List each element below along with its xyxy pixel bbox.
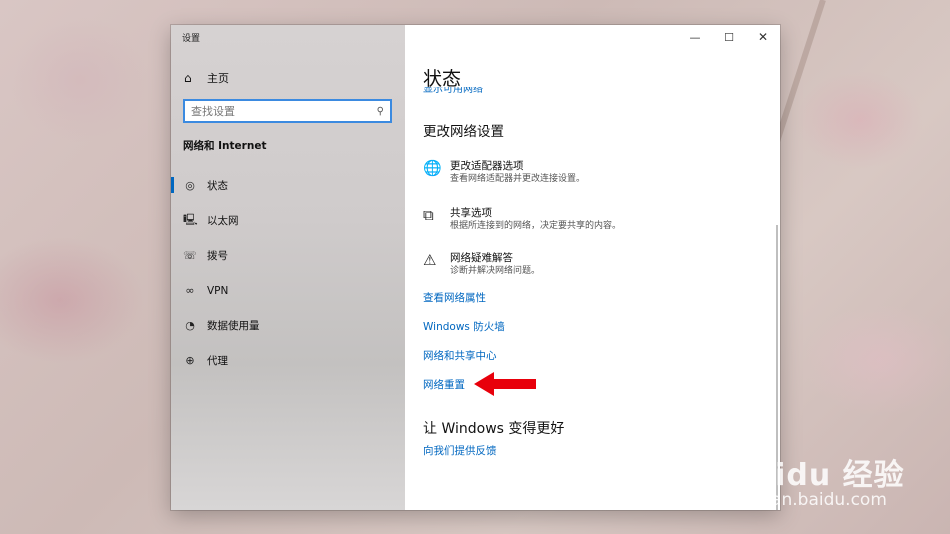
sharing-icon: ⧉ xyxy=(423,206,434,224)
show-networks-link[interactable]: 显示可用网络 xyxy=(423,87,483,97)
nav-list: ◎ 状态 🖳 以太网 ☏ 拨号 ∞ VPN ◔ 数据使用量 ⊕ 代理 xyxy=(171,168,405,378)
nav-home-label: 主页 xyxy=(207,72,229,85)
watermark: Baidu 经验 jingyan.baidu.com xyxy=(730,450,940,520)
sidebar-item-ethernet[interactable]: 🖳 以太网 xyxy=(171,203,405,238)
feedback-link[interactable]: 向我们提供反馈 xyxy=(423,443,497,458)
search-icon[interactable]: ⚲ xyxy=(377,106,384,117)
sidebar-item-dialup[interactable]: ☏ 拨号 xyxy=(171,238,405,273)
window-title: 设置 xyxy=(182,34,201,44)
option-desc: 诊断并解决网络问题。 xyxy=(450,266,541,276)
sidebar-item-label: 以太网 xyxy=(207,215,239,227)
option-sharing[interactable]: ⧉ 共享选项 根据所连接到的网络，决定要共享的内容。 xyxy=(423,206,621,233)
change-settings-heading: 更改网络设置 xyxy=(423,124,504,140)
maximize-button[interactable]: ☐ xyxy=(719,28,739,46)
sidebar-item-data-usage[interactable]: ◔ 数据使用量 xyxy=(171,308,405,343)
nav-home[interactable]: ⌂ 主页 xyxy=(184,69,229,87)
network-sharing-center-link[interactable]: 网络和共享中心 xyxy=(423,348,497,363)
improve-windows-heading: 让 Windows 变得更好 xyxy=(423,421,565,437)
vpn-icon: ∞ xyxy=(185,284,195,297)
settings-window: 设置 ⌂ 主页 查找设置 ⚲ 网络和 Internet ◎ 状态 🖳 以太网 ☏… xyxy=(171,25,780,510)
section-label: 网络和 Internet xyxy=(183,140,267,152)
search-placeholder: 查找设置 xyxy=(191,105,235,118)
adapter-globe-icon: 🌐 xyxy=(423,159,442,177)
watermark-url: jingyan.baidu.com xyxy=(730,490,887,510)
ethernet-icon: 🖳 xyxy=(183,213,198,226)
option-adapter[interactable]: 🌐 更改适配器选项 查看网络适配器并更改连接设置。 xyxy=(423,159,585,186)
option-title: 网络疑难解答 xyxy=(450,252,513,264)
search-input[interactable]: 查找设置 ⚲ xyxy=(183,99,392,123)
option-title: 共享选项 xyxy=(450,207,492,219)
windows-firewall-link[interactable]: Windows 防火墙 xyxy=(423,319,505,334)
view-network-properties-link[interactable]: 查看网络属性 xyxy=(423,290,486,305)
sidebar: 设置 ⌂ 主页 查找设置 ⚲ 网络和 Internet ◎ 状态 🖳 以太网 ☏… xyxy=(171,25,405,510)
proxy-globe-icon: ⊕ xyxy=(185,354,195,367)
close-button[interactable]: ✕ xyxy=(753,28,773,46)
warning-icon: ⚠ xyxy=(423,251,437,269)
option-title: 更改适配器选项 xyxy=(450,160,524,172)
minimize-button[interactable]: — xyxy=(685,28,705,46)
network-reset-link[interactable]: 网络重置 xyxy=(423,377,465,392)
sidebar-item-label: 代理 xyxy=(207,355,228,367)
sidebar-item-label: VPN xyxy=(207,284,229,297)
home-icon: ⌂ xyxy=(184,71,192,85)
option-troubleshoot[interactable]: ⚠ 网络疑难解答 诊断并解决网络问题。 xyxy=(423,251,540,278)
status-icon: ◎ xyxy=(185,179,195,192)
option-desc: 查看网络适配器并更改连接设置。 xyxy=(450,174,586,184)
sidebar-item-status[interactable]: ◎ 状态 xyxy=(171,168,405,203)
baidu-logo: Baidu 经验 xyxy=(730,458,905,493)
option-desc: 根据所连接到的网络，决定要共享的内容。 xyxy=(450,221,622,231)
sidebar-item-label: 数据使用量 xyxy=(207,320,260,332)
sidebar-item-label: 拨号 xyxy=(207,250,228,262)
red-arrow-annotation xyxy=(474,372,536,396)
dialup-icon: ☏ xyxy=(183,249,197,262)
data-usage-icon: ◔ xyxy=(185,319,195,332)
sidebar-item-proxy[interactable]: ⊕ 代理 xyxy=(171,343,405,378)
sidebar-item-vpn[interactable]: ∞ VPN xyxy=(171,273,405,308)
sidebar-item-label: 状态 xyxy=(207,180,228,192)
main-content: — ☐ ✕ 状态 显示可用网络 更改网络设置 🌐 更改适配器选项 查看网络适配器… xyxy=(405,25,780,510)
